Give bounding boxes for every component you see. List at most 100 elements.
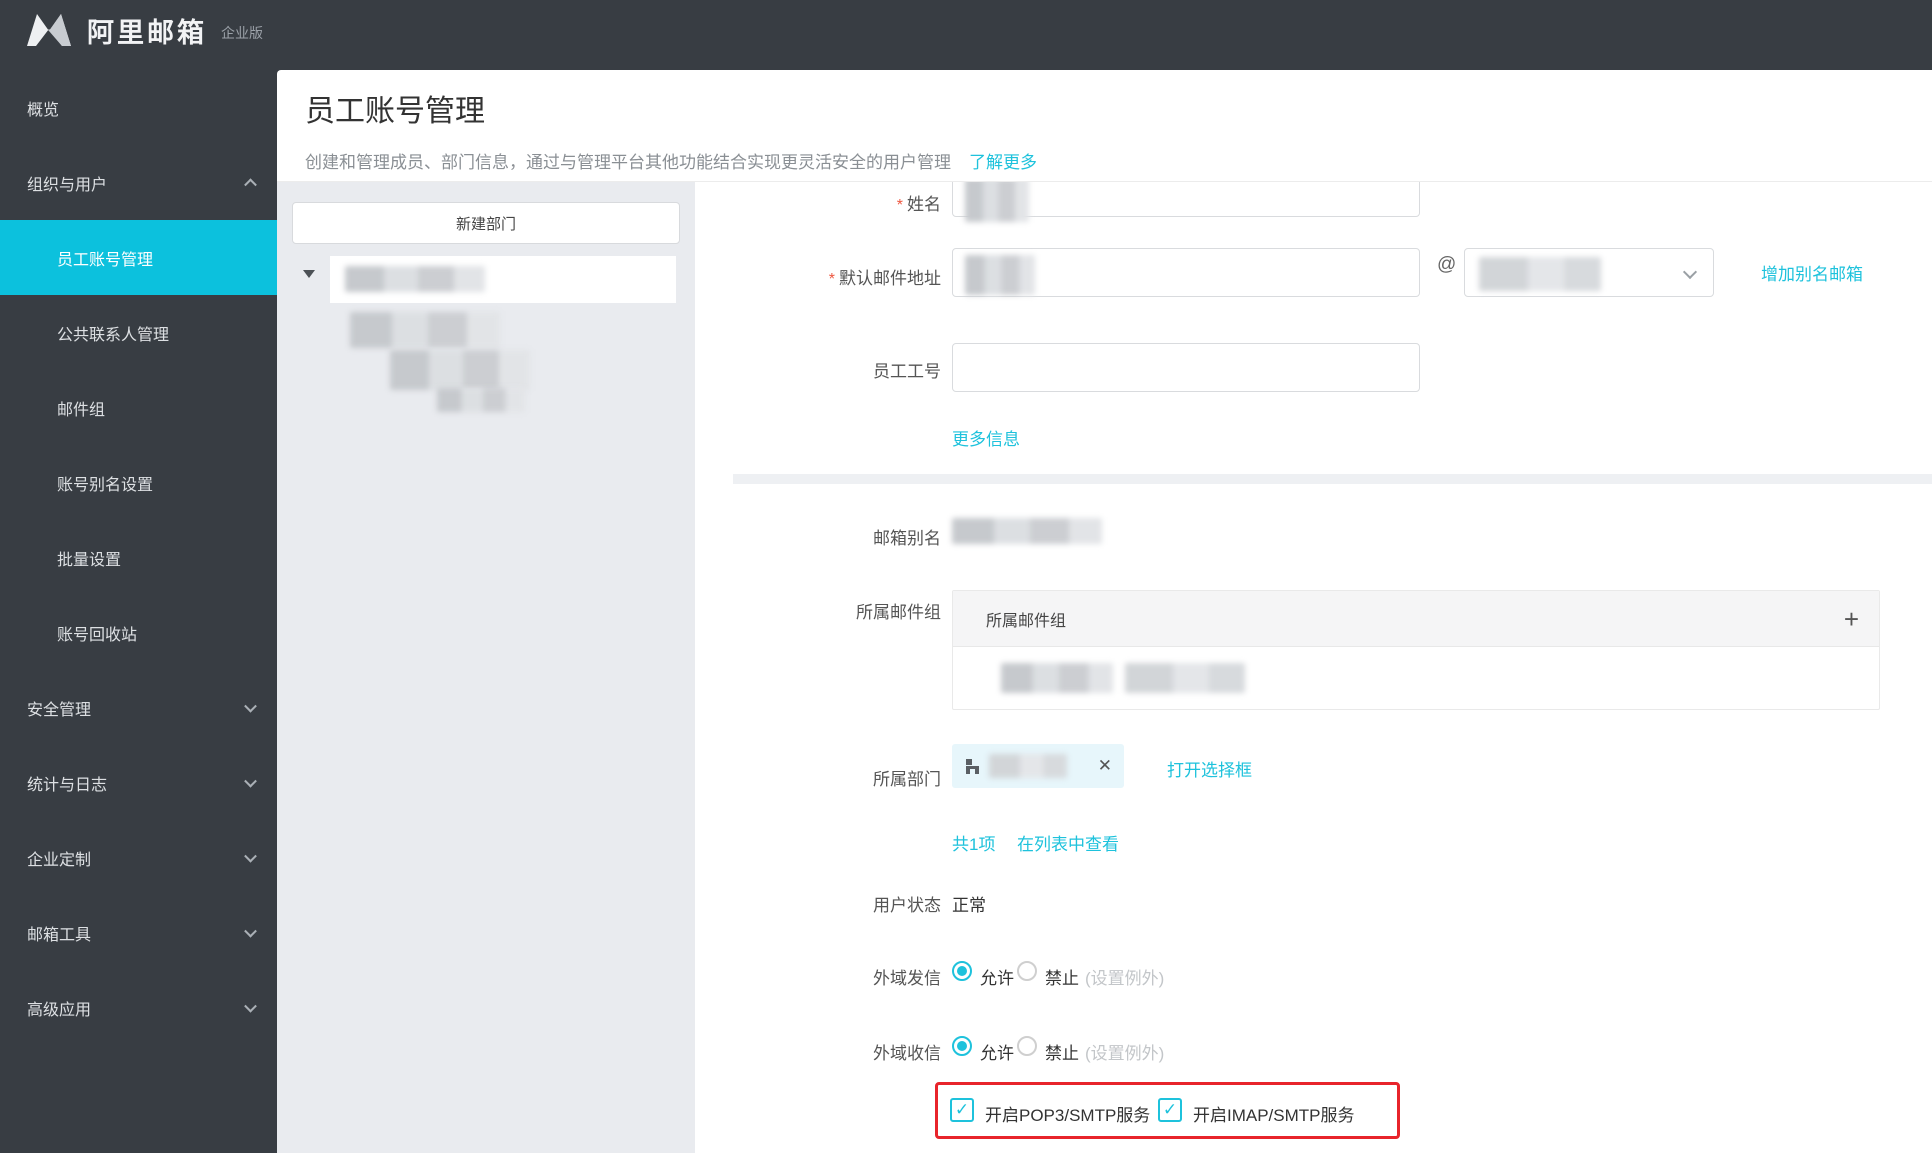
tree-expand-icon[interactable] bbox=[303, 270, 315, 278]
chevron-down-icon bbox=[1682, 264, 1698, 280]
inbound-label: 外域收信 bbox=[873, 1044, 941, 1063]
page-title: 员工账号管理 bbox=[305, 95, 485, 128]
mail-groups-box-title: 所属邮件组 bbox=[986, 612, 1067, 630]
department-tree-selected-row[interactable] bbox=[330, 256, 676, 303]
imap-smtp-checkbox[interactable]: ✓ bbox=[1158, 1098, 1182, 1122]
open-selector-link[interactable]: 打开选择框 bbox=[1167, 756, 1252, 781]
chevron-down-icon bbox=[244, 774, 257, 788]
redacted-group-name bbox=[1125, 663, 1245, 693]
sidebar-item-label: 安全管理 bbox=[27, 701, 92, 719]
user-status-value: 正常 bbox=[952, 896, 986, 915]
brand-edition: 企业版 bbox=[221, 25, 263, 41]
sidebar-item-label: 公共联系人管理 bbox=[57, 326, 170, 344]
admin-console: 阿里邮箱 企业版 概览 组织与用户 员工账号管理 公共联系人管理 邮件组 账号别名设置 批量… bbox=[0, 0, 1932, 1153]
redacted-group-name bbox=[1001, 663, 1113, 693]
sidebar-item-6[interactable]: 批量设置 bbox=[0, 520, 277, 595]
sidebar-item-11[interactable]: 邮箱工具 bbox=[0, 895, 277, 970]
mail-groups-box: 所属邮件组 + bbox=[952, 590, 1880, 710]
check-icon: ✓ bbox=[954, 1100, 970, 1119]
sidebar-item-2[interactable]: 员工账号管理 bbox=[0, 220, 277, 295]
outbound-allow-label: 允许 bbox=[980, 969, 1014, 988]
chevron-up-icon bbox=[244, 177, 257, 191]
learn-more-link[interactable]: 了解更多 bbox=[969, 148, 1037, 173]
default-email-label: * 默认邮件地址 bbox=[828, 269, 941, 288]
sidebar-item-9[interactable]: 统计与日志 bbox=[0, 745, 277, 820]
pop3-smtp-checkbox[interactable]: ✓ bbox=[950, 1098, 974, 1122]
redacted-name-value bbox=[965, 182, 1029, 222]
view-in-list-link[interactable]: 在列表中查看 bbox=[1017, 830, 1119, 855]
mailbox-alias-label: 邮箱别名 bbox=[873, 529, 941, 548]
sidebar-item-label: 组织与用户 bbox=[27, 176, 108, 194]
sidebar-item-label: 概览 bbox=[27, 101, 60, 119]
imap-smtp-label: 开启IMAP/SMTP服务 bbox=[1193, 1106, 1355, 1125]
redacted-alias-value bbox=[952, 518, 1102, 544]
sidebar-item-3[interactable]: 公共联系人管理 bbox=[0, 295, 277, 370]
department-panel: 新建部门 bbox=[277, 182, 695, 1153]
sidebar-item-label: 员工账号管理 bbox=[57, 251, 154, 269]
more-info-link[interactable]: 更多信息 bbox=[952, 425, 1020, 450]
outbound-allow-radio[interactable] bbox=[952, 961, 972, 981]
org-chart-icon bbox=[966, 759, 979, 774]
outbound-forbid-radio[interactable] bbox=[1017, 961, 1037, 981]
sidebar-item-7[interactable]: 账号回收站 bbox=[0, 595, 277, 670]
section-divider bbox=[733, 474, 1932, 484]
page-description: 创建和管理成员、部门信息，通过与管理平台其他功能结合实现更灵活安全的用户管理 bbox=[305, 153, 951, 172]
sidebar-item-10[interactable]: 企业定制 bbox=[0, 820, 277, 895]
sidebar-item-label: 账号别名设置 bbox=[57, 476, 154, 494]
inbound-exception-label: (设置例外) bbox=[1085, 1044, 1165, 1063]
app-logo: 阿里邮箱 企业版 bbox=[25, 10, 263, 50]
sidebar-item-0[interactable]: 概览 bbox=[0, 70, 277, 145]
sidebar-item-label: 批量设置 bbox=[57, 551, 122, 569]
new-department-button[interactable]: 新建部门 bbox=[292, 202, 680, 244]
sidebar-item-label: 账号回收站 bbox=[57, 626, 138, 644]
chevron-down-icon bbox=[244, 849, 257, 863]
department-tag: ✕ bbox=[952, 744, 1124, 788]
inbound-allow-label: 允许 bbox=[980, 1044, 1014, 1063]
sidebar-item-4[interactable]: 邮件组 bbox=[0, 370, 277, 445]
email-domain-select[interactable] bbox=[1464, 248, 1714, 297]
sidebar-item-label: 统计与日志 bbox=[27, 776, 108, 794]
alimail-logo-icon bbox=[27, 14, 71, 46]
name-input[interactable] bbox=[952, 182, 1420, 222]
outbound-forbid-label: 禁止 bbox=[1045, 969, 1079, 988]
items-count-link[interactable]: 共1项 bbox=[952, 830, 995, 855]
email-local-part-input[interactable] bbox=[952, 248, 1420, 297]
sidebar-item-12[interactable]: 高级应用 bbox=[0, 970, 277, 1045]
add-group-icon[interactable]: + bbox=[1844, 606, 1859, 632]
add-alias-link[interactable]: 增加别名邮箱 bbox=[1761, 260, 1863, 285]
pop3-smtp-label: 开启POP3/SMTP服务 bbox=[985, 1106, 1151, 1125]
inbound-forbid-label: 禁止 bbox=[1045, 1044, 1079, 1063]
sidebar-item-label: 企业定制 bbox=[27, 851, 92, 869]
check-icon: ✓ bbox=[1162, 1100, 1178, 1119]
redacted-department-value bbox=[989, 754, 1067, 778]
sidebar-item-label: 邮箱工具 bbox=[27, 926, 92, 944]
chevron-down-icon bbox=[244, 699, 257, 713]
redacted-tree-item bbox=[350, 312, 500, 348]
inbound-allow-radio[interactable] bbox=[952, 1036, 972, 1056]
content-header: 员工账号管理 创建和管理成员、部门信息，通过与管理平台其他功能结合实现更灵活安全… bbox=[277, 70, 1932, 182]
sidebar-item-1[interactable]: 组织与用户 bbox=[0, 145, 277, 220]
employee-form: * 姓名 * 默认邮件地址 @ 增加别名邮箱 员工工号 更多信息 邮箱别名 所属邮件… bbox=[695, 182, 1932, 1153]
chevron-down-icon bbox=[244, 999, 257, 1013]
redacted-department-name bbox=[345, 266, 485, 292]
mail-groups-label: 所属邮件组 bbox=[856, 603, 941, 622]
inbound-forbid-radio[interactable] bbox=[1017, 1036, 1037, 1056]
employee-id-label: 员工工号 bbox=[873, 362, 941, 381]
outbound-label: 外域发信 bbox=[873, 969, 941, 988]
sidebar-item-label: 邮件组 bbox=[57, 401, 106, 419]
sidebar-nav: 概览组织与用户员工账号管理 公共联系人管理 邮件组账号别名设置 批量设置账号回收站安全… bbox=[0, 70, 277, 1153]
mail-groups-box-header: 所属邮件组 + bbox=[953, 591, 1879, 647]
user-status-label: 用户状态 bbox=[873, 896, 941, 915]
brand-name: 阿里邮箱 bbox=[87, 17, 207, 48]
department-label: 所属部门 bbox=[873, 770, 941, 789]
name-label: * 姓名 bbox=[896, 195, 941, 214]
employee-id-input[interactable] bbox=[952, 343, 1420, 392]
chevron-down-icon bbox=[244, 924, 257, 938]
sidebar-item-5[interactable]: 账号别名设置 bbox=[0, 445, 277, 520]
sidebar-item-8[interactable]: 安全管理 bbox=[0, 670, 277, 745]
remove-department-icon[interactable]: ✕ bbox=[1098, 756, 1112, 776]
redacted-tree-item bbox=[390, 350, 530, 390]
outbound-exception-label: (设置例外) bbox=[1085, 969, 1165, 988]
at-sign: @ bbox=[1437, 254, 1457, 275]
redacted-email-value bbox=[965, 255, 1035, 295]
